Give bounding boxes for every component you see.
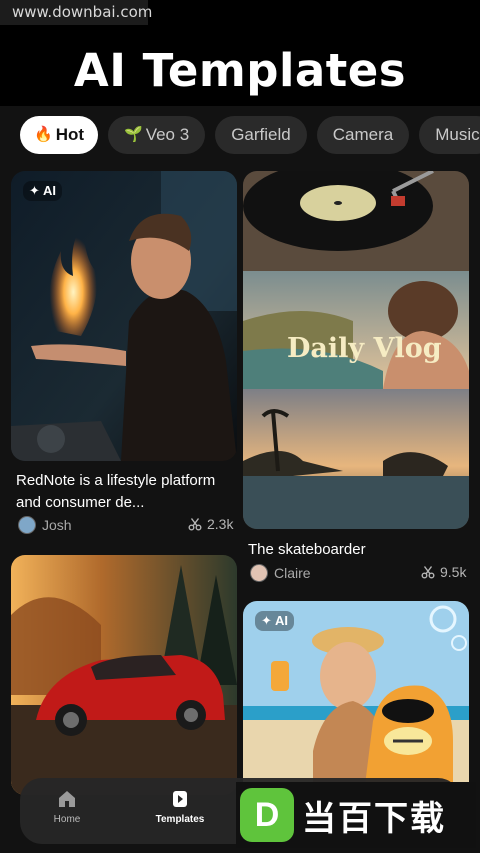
tab-label: Music — [435, 125, 480, 144]
avatar — [18, 516, 36, 534]
tab-label: Garfield — [231, 125, 291, 144]
use-count: 9.5k — [421, 564, 466, 580]
tab-label: Veo 3 — [145, 125, 190, 144]
ai-badge: ✦ AI — [23, 181, 63, 201]
sprout-icon: 🌱 — [124, 126, 143, 143]
use-count-value: 9.5k — [440, 564, 467, 580]
nav-label: Templates — [155, 814, 205, 825]
brand-logo: D — [240, 788, 294, 842]
nav-home[interactable]: Home — [32, 788, 102, 825]
tab-music[interactable]: Music — [419, 116, 480, 154]
template-card-garfield[interactable]: ✦ AI — [243, 601, 469, 801]
use-count-value: 2.3k — [207, 516, 234, 532]
ai-badge: ✦ AI — [255, 611, 295, 631]
card-title[interactable]: The skateboarder — [248, 539, 468, 561]
tab-label: Hot — [55, 125, 85, 144]
template-card-car[interactable] — [11, 555, 237, 795]
tab-hot[interactable]: 🔥 Hot — [20, 116, 99, 154]
avatar — [250, 564, 268, 582]
brand-text: 当百下载 — [302, 798, 446, 839]
scissors-icon — [421, 566, 435, 579]
nav-templates[interactable]: Templates — [145, 788, 215, 825]
brand-logo-letter: D — [254, 795, 280, 834]
tab-veo3[interactable]: 🌱 Veo 3 — [108, 116, 206, 154]
watermark-url: www.downbai.com — [0, 0, 152, 25]
nav-label: Home — [53, 814, 81, 825]
category-tabs: 🔥 Hot 🌱 Veo 3 Garfield Camera Music — [20, 116, 480, 154]
daily-vlog-overlay: Daily Vlog — [287, 333, 442, 364]
use-count: 2.3k — [188, 516, 233, 532]
home-icon — [59, 791, 75, 807]
card-title[interactable]: RedNote is a lifestyle platform and cons… — [16, 470, 236, 514]
author-name: Josh — [42, 517, 72, 533]
page-title: AI Templates — [73, 44, 407, 97]
scissors-icon — [188, 518, 202, 531]
tab-label: Camera — [332, 125, 394, 144]
template-card-fire[interactable]: ✦ AI — [11, 171, 237, 461]
card-author[interactable]: Josh — [18, 516, 72, 534]
card-author[interactable]: Claire — [250, 564, 311, 582]
garfield-beach-image — [243, 601, 469, 801]
fire-icon: 🔥 — [34, 126, 53, 143]
tab-garfield[interactable]: Garfield — [215, 116, 307, 154]
author-name: Claire — [274, 565, 311, 581]
template-card-daily-vlog[interactable]: Daily Vlog — [243, 171, 469, 529]
brand-watermark: D 当百下载 — [236, 782, 476, 848]
templates-icon — [173, 791, 187, 807]
fire-man-image — [11, 171, 237, 461]
red-car-image — [11, 555, 237, 795]
tab-camera[interactable]: Camera — [316, 116, 410, 154]
